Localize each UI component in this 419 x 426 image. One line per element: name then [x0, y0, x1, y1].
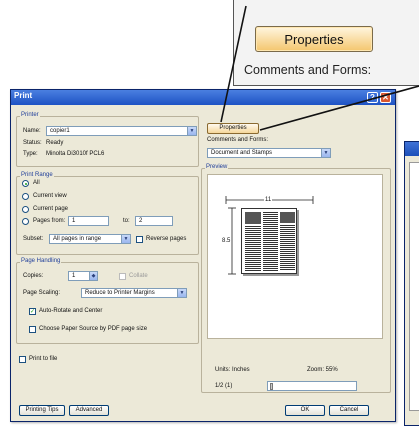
page-scaling-value: Reduce to Printer Margins — [85, 290, 155, 296]
print-dialog: Print ? ✕ Printer Name: copier1 ▼ Status… — [10, 89, 396, 422]
comments-and-forms-select[interactable]: Document and Stamps ▼ — [207, 148, 331, 158]
radio-current-page[interactable] — [22, 206, 29, 213]
printing-tips-button[interactable]: Printing Tips — [19, 405, 65, 416]
status-value: Ready — [46, 140, 64, 146]
status-label: Status: — [23, 140, 42, 146]
page-scaling-select[interactable]: Reduce to Printer Margins ▼ — [81, 288, 187, 298]
paper-source-checkbox[interactable] — [29, 326, 36, 333]
preview-text-column — [263, 212, 278, 271]
copies-label: Copies: — [23, 273, 44, 279]
cancel-button[interactable]: Cancel — [329, 405, 369, 416]
preview-text-column — [245, 226, 261, 271]
subset-label: Subset: — [23, 236, 44, 242]
radio-current-page-label: Current page — [33, 206, 69, 212]
pages-from-label: Pages from: — [33, 218, 66, 224]
close-icon[interactable]: ✕ — [380, 92, 391, 103]
page-handling-group-label: Page Handling — [20, 258, 62, 264]
radio-current-view-label: Current view — [33, 193, 67, 199]
name-label: Name: — [23, 128, 41, 134]
collate-checkbox[interactable] — [119, 273, 126, 280]
preview-page-thumbnail — [241, 208, 297, 274]
advanced-button[interactable]: Advanced — [69, 405, 109, 416]
subset-value: All pages in range — [53, 236, 102, 242]
radio-all-label: All — [33, 180, 40, 186]
reverse-pages-checkbox[interactable] — [136, 236, 143, 243]
zoom-callout: Properties Comments and Forms: — [233, 0, 419, 86]
preview-image — [245, 212, 261, 224]
page-slider-thumb[interactable] — [270, 383, 273, 390]
reverse-pages-label: Reverse pages — [146, 236, 187, 242]
units-label: Units: Inches — [215, 367, 250, 373]
page-slider[interactable] — [267, 381, 357, 391]
pages-from-input[interactable]: 1 — [68, 216, 109, 226]
copies-stepper[interactable]: ◆ — [89, 271, 98, 281]
comments-and-forms-value: Document and Stamps — [211, 150, 273, 156]
preview-image — [280, 212, 295, 223]
chevron-down-icon: ▼ — [187, 127, 196, 135]
auto-rotate-label: Auto-Rotate and Center — [39, 308, 103, 314]
zoom-label: Zoom: 55% — [307, 367, 338, 373]
printer-group-label: Printer — [20, 112, 40, 118]
background-dialog — [404, 141, 419, 426]
paper-source-label: Choose Paper Source by PDF page size — [39, 326, 148, 332]
chevron-down-icon: ▼ — [177, 289, 186, 297]
chevron-down-icon: ▼ — [121, 235, 130, 243]
pages-to-input[interactable]: 2 — [135, 216, 173, 226]
preview-width-value: 11 — [264, 197, 273, 203]
comments-and-forms-label-zoomed: Comments and Forms: — [244, 63, 372, 77]
preview-text-column — [280, 225, 295, 271]
printer-group — [16, 116, 199, 167]
printer-name-select[interactable]: copier1 ▼ — [46, 126, 197, 136]
background-dialog-content — [409, 162, 419, 411]
comments-and-forms-label: Comments and Forms: — [207, 137, 269, 143]
background-dialog-titlebar — [405, 142, 419, 156]
properties-button[interactable]: Properties — [207, 123, 259, 134]
preview-area: 11 8.5 — [207, 174, 383, 339]
print-range-group-label: Print Range — [20, 172, 54, 178]
page-indicator: 1/2 (1) — [215, 383, 233, 389]
properties-button-zoomed[interactable]: Properties — [255, 26, 373, 52]
radio-all[interactable] — [22, 180, 29, 187]
subset-select[interactable]: All pages in range ▼ — [49, 234, 131, 244]
page-scaling-label: Page Scaling: — [23, 290, 61, 296]
chevron-down-icon: ▼ — [321, 149, 330, 157]
type-label: Type: — [23, 151, 38, 157]
printer-name-value: copier1 — [50, 128, 70, 134]
help-icon[interactable]: ? — [367, 92, 378, 103]
ok-button[interactable]: OK — [285, 405, 325, 416]
collate-label: Collate — [129, 273, 148, 279]
radio-current-view[interactable] — [22, 193, 29, 200]
radio-pages-from[interactable] — [22, 218, 29, 225]
type-value: Minolta Di3010f PCL6 — [46, 151, 105, 157]
print-to-file-checkbox[interactable] — [19, 356, 26, 363]
dialog-title: Print — [14, 91, 33, 100]
print-to-file-label: Print to file — [29, 356, 58, 362]
pages-to-label: to: — [123, 218, 130, 224]
preview-height-value: 8.5 — [222, 238, 231, 244]
auto-rotate-checkbox[interactable]: ✓ — [29, 308, 36, 315]
preview-group-label: Preview — [205, 164, 229, 170]
title-bar: Print ? ✕ — [11, 90, 395, 105]
